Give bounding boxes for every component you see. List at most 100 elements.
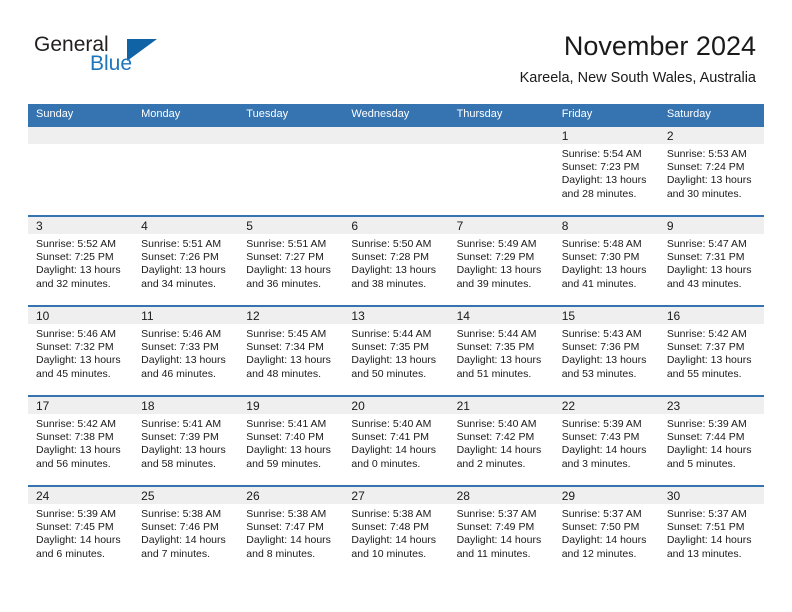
day-cell[interactable]: 30 Sunrise: 5:37 AM Sunset: 7:51 PM Dayl… (658, 487, 764, 575)
day-cell[interactable]: 24 Sunrise: 5:39 AM Sunset: 7:45 PM Dayl… (28, 487, 134, 575)
day-number-band: 28 (448, 487, 554, 504)
day-info: Sunrise: 5:38 AM Sunset: 7:47 PM Dayligh… (238, 504, 343, 561)
day-number-band: 10 (28, 307, 134, 324)
day-info: Sunrise: 5:39 AM Sunset: 7:43 PM Dayligh… (554, 414, 659, 471)
daylight-text-line1: Daylight: 14 hours (36, 534, 121, 547)
daylight-text-line2: and 56 minutes. (36, 457, 111, 470)
day-cell[interactable]: 1 Sunrise: 5:54 AM Sunset: 7:23 PM Dayli… (553, 127, 659, 215)
day-cell[interactable]: 17 Sunrise: 5:42 AM Sunset: 7:38 PM Dayl… (28, 397, 134, 485)
day-number-band (28, 127, 134, 144)
daylight-text-line2: and 59 minutes. (246, 457, 321, 470)
sunset-text: Sunset: 7:24 PM (666, 161, 745, 174)
day-cell[interactable]: 4 Sunrise: 5:51 AM Sunset: 7:26 PM Dayli… (133, 217, 239, 305)
day-number: 7 (456, 219, 464, 233)
day-cell[interactable] (28, 127, 134, 215)
day-number: 29 (561, 489, 576, 503)
day-number-band: 1 (553, 127, 659, 144)
day-number-band: 12 (238, 307, 344, 324)
day-cell[interactable]: 3 Sunrise: 5:52 AM Sunset: 7:25 PM Dayli… (28, 217, 134, 305)
day-number: 4 (141, 219, 148, 233)
day-cell[interactable]: 9 Sunrise: 5:47 AM Sunset: 7:31 PM Dayli… (658, 217, 764, 305)
day-info: Sunrise: 5:44 AM Sunset: 7:35 PM Dayligh… (343, 324, 448, 381)
sunrise-text: Sunrise: 5:42 AM (666, 328, 747, 340)
sunset-text: Sunset: 7:32 PM (36, 341, 114, 354)
day-info: Sunrise: 5:41 AM Sunset: 7:39 PM Dayligh… (133, 414, 238, 471)
day-cell[interactable]: 6 Sunrise: 5:50 AM Sunset: 7:28 PM Dayli… (343, 217, 449, 305)
day-cell[interactable]: 16 Sunrise: 5:42 AM Sunset: 7:37 PM Dayl… (658, 307, 764, 395)
day-cell[interactable]: 21 Sunrise: 5:40 AM Sunset: 7:42 PM Dayl… (448, 397, 554, 485)
day-number: 22 (561, 399, 576, 413)
day-cell[interactable]: 25 Sunrise: 5:38 AM Sunset: 7:46 PM Dayl… (133, 487, 239, 575)
general-blue-logo[interactable]: General Blue (28, 33, 218, 83)
day-cell[interactable]: 23 Sunrise: 5:39 AM Sunset: 7:44 PM Dayl… (658, 397, 764, 485)
daylight-text-line1: Daylight: 14 hours (561, 444, 647, 457)
daylight-text-line2: and 43 minutes. (666, 277, 742, 290)
day-number: 28 (456, 489, 470, 503)
sunset-text: Sunset: 7:38 PM (36, 431, 114, 444)
day-number (28, 129, 36, 143)
daylight-text-line1: Daylight: 13 hours (246, 264, 331, 277)
daylight-text-line1: Daylight: 14 hours (351, 534, 437, 547)
day-cell[interactable]: 13 Sunrise: 5:44 AM Sunset: 7:35 PM Dayl… (343, 307, 449, 395)
day-number: 19 (246, 399, 260, 413)
day-cell[interactable]: 28 Sunrise: 5:37 AM Sunset: 7:49 PM Dayl… (448, 487, 554, 575)
sunset-text: Sunset: 7:37 PM (666, 341, 745, 354)
day-number-band (343, 127, 449, 144)
sunset-text: Sunset: 7:30 PM (561, 251, 640, 264)
day-cell[interactable]: 7 Sunrise: 5:49 AM Sunset: 7:29 PM Dayli… (448, 217, 554, 305)
daylight-text-line2: and 8 minutes. (246, 547, 316, 560)
daylight-text-line2: and 55 minutes. (666, 367, 742, 380)
sunrise-text: Sunrise: 5:51 AM (141, 238, 222, 250)
sunset-text: Sunset: 7:28 PM (351, 251, 430, 264)
daylight-text-line2: and 38 minutes. (351, 277, 427, 290)
day-cell[interactable]: 20 Sunrise: 5:40 AM Sunset: 7:41 PM Dayl… (343, 397, 449, 485)
daylight-text-line1: Daylight: 13 hours (351, 354, 437, 367)
day-cell[interactable] (343, 127, 449, 215)
day-number: 14 (456, 309, 470, 323)
sunset-text: Sunset: 7:45 PM (36, 521, 114, 534)
daylight-text-line1: Daylight: 14 hours (141, 534, 226, 547)
daylight-text-line2: and 34 minutes. (141, 277, 216, 290)
day-cell[interactable]: 29 Sunrise: 5:37 AM Sunset: 7:50 PM Dayl… (553, 487, 659, 575)
day-cell[interactable]: 19 Sunrise: 5:41 AM Sunset: 7:40 PM Dayl… (238, 397, 344, 485)
sunrise-text: Sunrise: 5:49 AM (456, 238, 537, 250)
sunrise-text: Sunrise: 5:39 AM (561, 418, 642, 430)
day-number: 24 (36, 489, 50, 503)
day-number: 17 (36, 399, 50, 413)
day-cell[interactable]: 8 Sunrise: 5:48 AM Sunset: 7:30 PM Dayli… (553, 217, 659, 305)
day-cell[interactable]: 15 Sunrise: 5:43 AM Sunset: 7:36 PM Dayl… (553, 307, 659, 395)
day-cell[interactable] (238, 127, 344, 215)
day-cell[interactable]: 27 Sunrise: 5:38 AM Sunset: 7:48 PM Dayl… (343, 487, 449, 575)
sunset-text: Sunset: 7:51 PM (666, 521, 745, 534)
day-cell[interactable]: 26 Sunrise: 5:38 AM Sunset: 7:47 PM Dayl… (238, 487, 344, 575)
daylight-text-line1: Daylight: 13 hours (456, 264, 542, 277)
sunrise-text: Sunrise: 5:38 AM (351, 508, 432, 520)
daylight-text-line1: Daylight: 13 hours (36, 444, 121, 457)
day-cell[interactable]: 11 Sunrise: 5:46 AM Sunset: 7:33 PM Dayl… (133, 307, 239, 395)
day-cell[interactable]: 22 Sunrise: 5:39 AM Sunset: 7:43 PM Dayl… (553, 397, 659, 485)
day-cell[interactable]: 14 Sunrise: 5:44 AM Sunset: 7:35 PM Dayl… (448, 307, 554, 395)
day-cell[interactable] (448, 127, 554, 215)
sunset-text: Sunset: 7:35 PM (351, 341, 430, 354)
daylight-text-line2: and 36 minutes. (246, 277, 321, 290)
day-cell[interactable]: 2 Sunrise: 5:53 AM Sunset: 7:24 PM Dayli… (658, 127, 764, 215)
day-number: 25 (141, 489, 155, 503)
day-cell[interactable] (133, 127, 239, 215)
day-number: 5 (246, 219, 253, 233)
daylight-text-line2: and 45 minutes. (36, 367, 111, 380)
daylight-text-line2: and 3 minutes. (561, 457, 631, 470)
sunrise-text: Sunrise: 5:38 AM (246, 508, 327, 520)
day-cell[interactable]: 10 Sunrise: 5:46 AM Sunset: 7:32 PM Dayl… (28, 307, 134, 395)
day-info: Sunrise: 5:47 AM Sunset: 7:31 PM Dayligh… (659, 234, 764, 291)
day-cell[interactable]: 18 Sunrise: 5:41 AM Sunset: 7:39 PM Dayl… (133, 397, 239, 485)
daylight-text-line1: Daylight: 13 hours (141, 444, 226, 457)
day-cell[interactable]: 12 Sunrise: 5:45 AM Sunset: 7:34 PM Dayl… (238, 307, 344, 395)
day-cell[interactable]: 5 Sunrise: 5:51 AM Sunset: 7:27 PM Dayli… (238, 217, 344, 305)
sunrise-text: Sunrise: 5:41 AM (141, 418, 222, 430)
day-number-band: 22 (553, 397, 659, 414)
sunrise-text: Sunrise: 5:50 AM (351, 238, 432, 250)
day-number: 1 (561, 129, 569, 143)
weekday-header-monday: Monday (141, 108, 181, 120)
daylight-text-line2: and 48 minutes. (246, 367, 321, 380)
daylight-text-line2: and 39 minutes. (456, 277, 532, 290)
